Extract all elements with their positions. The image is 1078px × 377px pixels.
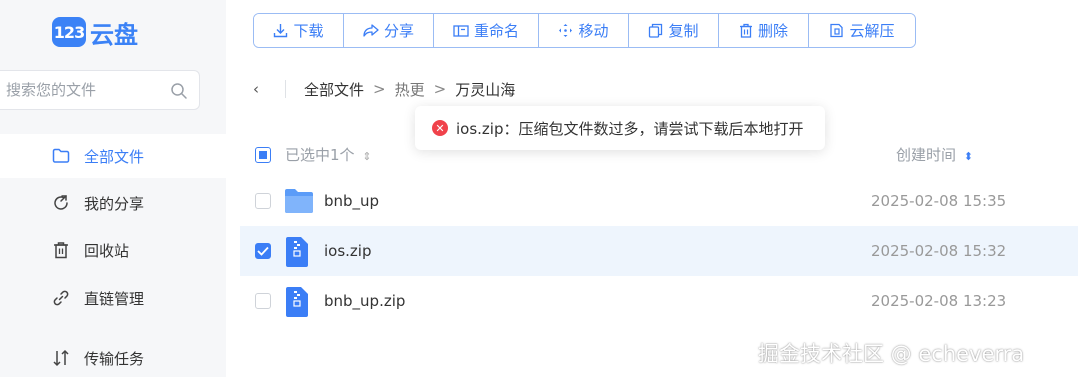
trash-icon — [52, 241, 70, 259]
download-button[interactable]: 下载 — [254, 14, 344, 47]
logo-text: 云盘 — [90, 20, 138, 49]
breadcrumb-separator: > — [373, 80, 386, 98]
share-button[interactable]: 分享 — [344, 14, 434, 47]
logo-badge: 123 — [52, 17, 86, 47]
breadcrumb-divider — [285, 80, 286, 98]
sidebar-item-direct-link[interactable]: 直链管理 — [0, 276, 226, 320]
sort-by-created-time[interactable]: 创建时间 ⬍ — [896, 144, 973, 165]
file-date: 2025-02-08 15:35 — [871, 192, 1007, 210]
folder-icon — [284, 187, 314, 219]
file-date: 2025-02-08 13:23 — [871, 292, 1007, 310]
sidebar-item-my-share[interactable]: 我的分享 — [0, 181, 226, 225]
move-icon — [558, 23, 573, 38]
select-all-checkbox[interactable] — [255, 147, 271, 163]
created-time-label: 创建时间 — [896, 146, 957, 164]
move-button[interactable]: 移动 — [539, 14, 629, 47]
breadcrumb-level1[interactable]: 热更 — [395, 79, 425, 100]
download-label: 下载 — [293, 22, 324, 40]
sidebar-item-transfer[interactable]: 传输任务 — [0, 336, 226, 377]
sidebar-item-all-files[interactable]: 全部文件 — [0, 134, 226, 178]
trash-icon — [739, 23, 753, 38]
transfer-icon — [52, 349, 70, 367]
error-icon: ✕ — [432, 120, 448, 136]
error-toast: ✕ ios.zip：压缩包文件数过多，请尝试下载后本地打开 — [415, 106, 825, 150]
watermark: 掘金技术社区 @ echeverra — [758, 342, 1025, 366]
file-name[interactable]: bnb_up — [324, 192, 379, 210]
cloud-unzip-button[interactable]: 云解压 — [809, 14, 915, 47]
rename-label: 重命名 — [473, 22, 519, 40]
file-name[interactable]: bnb_up.zip — [324, 292, 405, 310]
copy-label: 复制 — [668, 22, 699, 40]
table-row[interactable]: bnb_up 2025-02-08 15:35 — [240, 176, 1078, 226]
table-row[interactable]: ios.zip 2025-02-08 15:32 — [240, 226, 1078, 276]
rename-button[interactable]: 重命名 — [434, 14, 539, 47]
breadcrumb-separator: > — [433, 80, 447, 98]
row-checkbox[interactable] — [255, 193, 271, 209]
share-label: 分享 — [383, 22, 414, 40]
search-icon[interactable] — [170, 82, 188, 105]
zip-file-icon — [284, 237, 310, 271]
row-checkbox[interactable] — [255, 293, 271, 309]
selection-count[interactable]: 已选中1个 ⇕ — [285, 144, 372, 165]
search-input[interactable] — [6, 71, 166, 109]
table-row[interactable]: bnb_up.zip 2025-02-08 13:23 — [240, 276, 1078, 326]
rename-icon — [453, 24, 469, 38]
unzip-label: 云解压 — [849, 22, 895, 40]
back-chevron-icon[interactable]: ‹ — [253, 80, 273, 98]
sidebar-item-label: 全部文件 — [84, 147, 145, 166]
app-logo[interactable]: 123 云盘 — [52, 16, 138, 49]
sidebar-item-label: 传输任务 — [84, 349, 145, 368]
action-toolbar: 下载 分享 重命名 移动 复制 删除 云解压 — [253, 13, 916, 48]
search-box — [0, 70, 200, 110]
sidebar-item-recycle-bin[interactable]: 回收站 — [0, 228, 226, 272]
breadcrumb-root[interactable]: 全部文件 — [304, 79, 364, 100]
zip-file-icon — [284, 287, 310, 321]
move-label: 移动 — [578, 22, 609, 40]
toast-message: ios.zip：压缩包文件数过多，请尝试下载后本地打开 — [456, 119, 804, 138]
copy-icon — [648, 23, 663, 38]
delete-label: 删除 — [757, 22, 788, 40]
delete-button[interactable]: 删除 — [719, 14, 809, 47]
file-date: 2025-02-08 15:32 — [871, 242, 1007, 260]
row-checkbox[interactable] — [255, 243, 271, 259]
sidebar-item-label: 回收站 — [84, 241, 130, 260]
sort-icon: ⇕ — [362, 150, 372, 163]
download-icon — [273, 23, 288, 38]
sidebar-item-label: 直链管理 — [84, 289, 145, 308]
breadcrumb: ‹ 全部文件 > 热更 > 万灵山海 — [253, 78, 515, 100]
link-icon — [52, 289, 70, 307]
sidebar-item-label: 我的分享 — [84, 194, 145, 213]
folder-icon — [52, 147, 70, 165]
share-icon — [52, 194, 70, 212]
selection-count-label: 已选中1个 — [285, 146, 355, 164]
unzip-icon — [829, 23, 844, 38]
sidebar: 123 云盘 全部文件 我的分享 回收站 直链管理 传 — [0, 0, 226, 377]
breadcrumb-current: 万灵山海 — [455, 80, 516, 99]
file-name[interactable]: ios.zip — [324, 242, 372, 260]
share-arrow-icon — [363, 23, 379, 38]
sort-desc-icon: ⬍ — [963, 150, 974, 163]
copy-button[interactable]: 复制 — [629, 14, 719, 47]
